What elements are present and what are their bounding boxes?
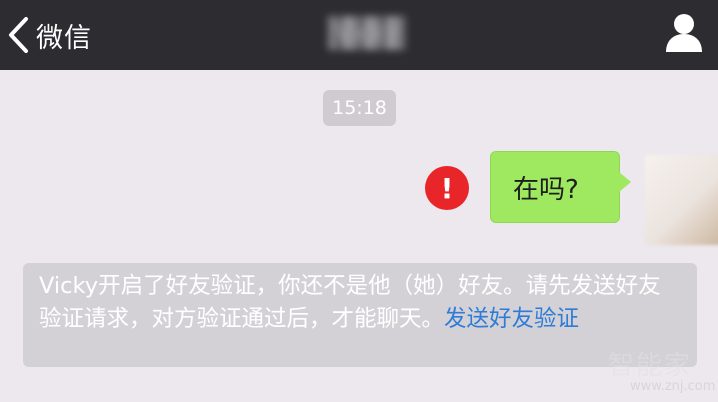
verification-notice: Vicky开启了好友验证，你还不是他（她）好友。请先发送好友验证请求，对方验证通… [23,263,697,367]
send-verification-link[interactable]: 发送好友验证 [444,306,579,332]
person-icon[interactable] [662,12,706,54]
watermark: 智能家 www.znj.com [604,345,716,399]
message-text: 在吗? [513,174,579,205]
watermark-title: 智能家 [608,351,693,381]
message-bubble[interactable]: 在吗? [490,151,620,223]
chevron-left-icon [9,17,28,53]
contact-name: Vicky [328,16,406,50]
bubble-tail [619,172,631,192]
avatar[interactable] [645,155,718,245]
nav-bar: 微信 Vicky [0,0,718,70]
back-label: 微信 [36,22,92,54]
exclamation-icon[interactable]: ! [425,166,469,210]
watermark-domain: www.znj.com [630,379,716,394]
chat-screen: 微信 Vicky 15:18 ! 在吗? Vicky开启了好友验证，你还不是他（… [0,0,718,402]
back-button[interactable]: 微信 [6,12,92,58]
message-timestamp: 15:18 [323,90,396,126]
